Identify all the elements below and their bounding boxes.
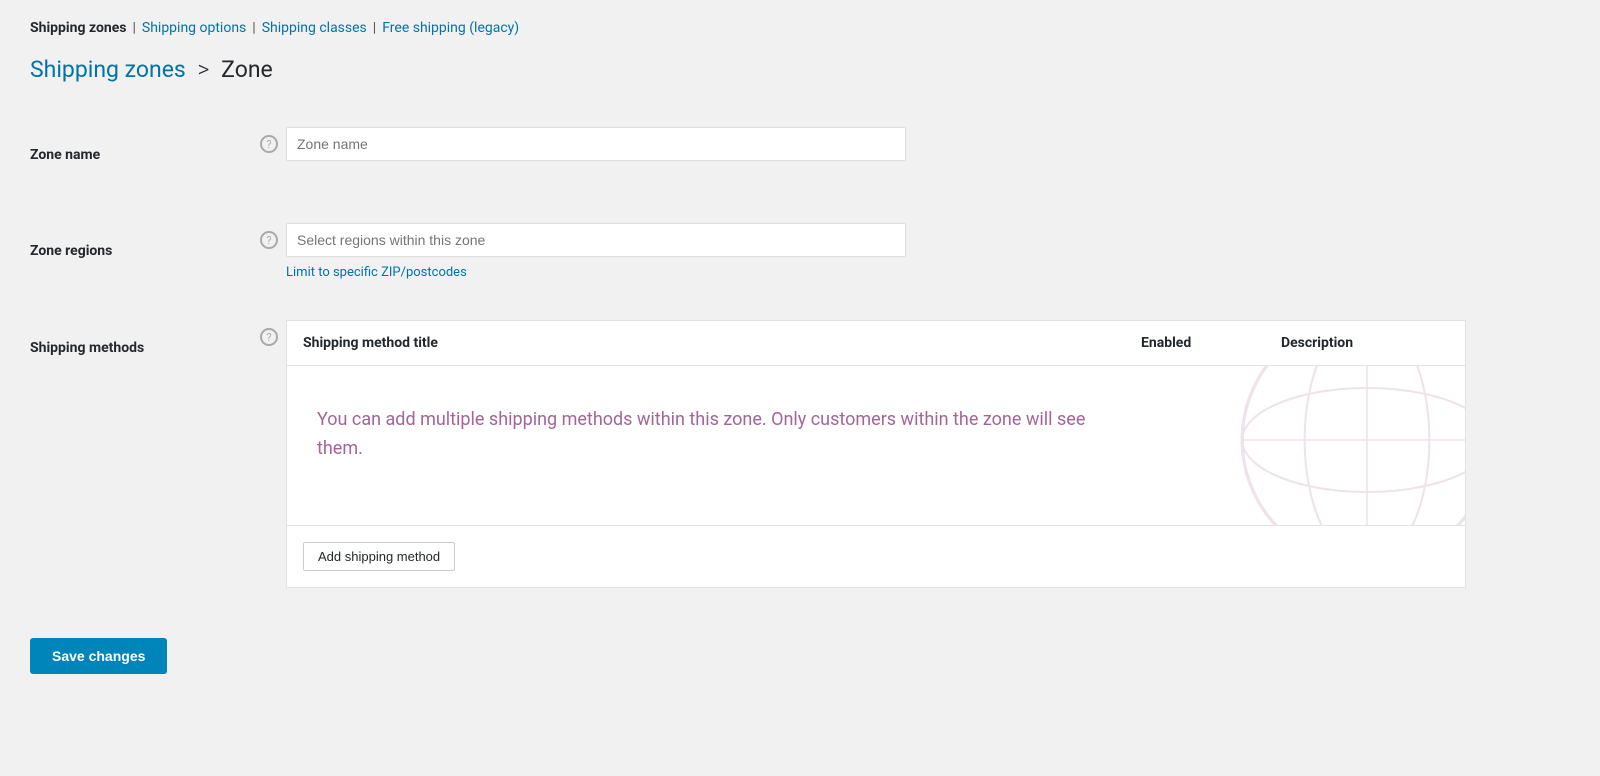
nav-sep-3: |: [373, 20, 376, 36]
zone-regions-row: Zone regions ? Limit to specific ZIP/pos…: [30, 203, 1570, 300]
save-changes-button[interactable]: Save changes: [30, 638, 167, 674]
zone-regions-help-icon[interactable]: ?: [260, 231, 278, 249]
shipping-methods-row: Shipping methods ? Shipping method title…: [30, 300, 1570, 608]
shipping-methods-help-icon[interactable]: ?: [260, 328, 278, 346]
zone-regions-input[interactable]: [286, 223, 906, 257]
shipping-methods-field-row: ? Shipping method title Enabled Descript…: [260, 320, 1560, 588]
page-wrapper: Shipping zones | Shipping options | Ship…: [0, 0, 1600, 714]
breadcrumb-current: Zone: [221, 56, 273, 83]
zone-name-row: Zone name ?: [30, 107, 1570, 203]
form-table: Zone name ? Zone regions: [30, 107, 1570, 608]
zone-name-input[interactable]: [286, 127, 906, 161]
shipping-methods-label: Shipping methods: [30, 340, 144, 356]
nav-sep-2: |: [252, 20, 255, 36]
zone-name-field-row: ?: [260, 127, 1560, 161]
col-header-enabled: Enabled: [1125, 321, 1265, 365]
breadcrumb-separator: >: [198, 56, 210, 83]
nav-tab-shipping-classes[interactable]: Shipping classes: [262, 20, 367, 36]
limit-zip-link[interactable]: Limit to specific ZIP/postcodes: [286, 265, 906, 280]
globe-watermark: [1145, 366, 1465, 526]
zone-name-label: Zone name: [30, 147, 100, 163]
zone-regions-label: Zone regions: [30, 243, 112, 259]
nav-tab-shipping-zones[interactable]: Shipping zones: [30, 20, 126, 36]
nav-tabs: Shipping zones | Shipping options | Ship…: [30, 20, 1570, 36]
zone-regions-field-row: ? Limit to specific ZIP/postcodes: [260, 223, 1560, 280]
breadcrumb: Shipping zones > Zone: [30, 56, 1570, 83]
methods-empty-text: You can add multiple shipping methods wi…: [317, 406, 1117, 464]
nav-sep-1: |: [132, 20, 135, 36]
zone-name-help-icon[interactable]: ?: [260, 135, 278, 153]
add-shipping-method-button[interactable]: Add shipping method: [303, 542, 455, 571]
nav-tab-free-shipping[interactable]: Free shipping (legacy): [382, 20, 519, 36]
nav-tab-shipping-options[interactable]: Shipping options: [142, 20, 246, 36]
methods-empty-row: You can add multiple shipping methods wi…: [287, 366, 1465, 526]
col-header-title: Shipping method title: [287, 321, 1125, 365]
col-header-description: Description: [1265, 321, 1465, 365]
methods-header: Shipping method title Enabled Descriptio…: [287, 321, 1465, 366]
methods-footer: Add shipping method: [287, 526, 1465, 587]
shipping-methods-table: Shipping method title Enabled Descriptio…: [286, 320, 1466, 588]
breadcrumb-parent-link[interactable]: Shipping zones: [30, 56, 186, 83]
